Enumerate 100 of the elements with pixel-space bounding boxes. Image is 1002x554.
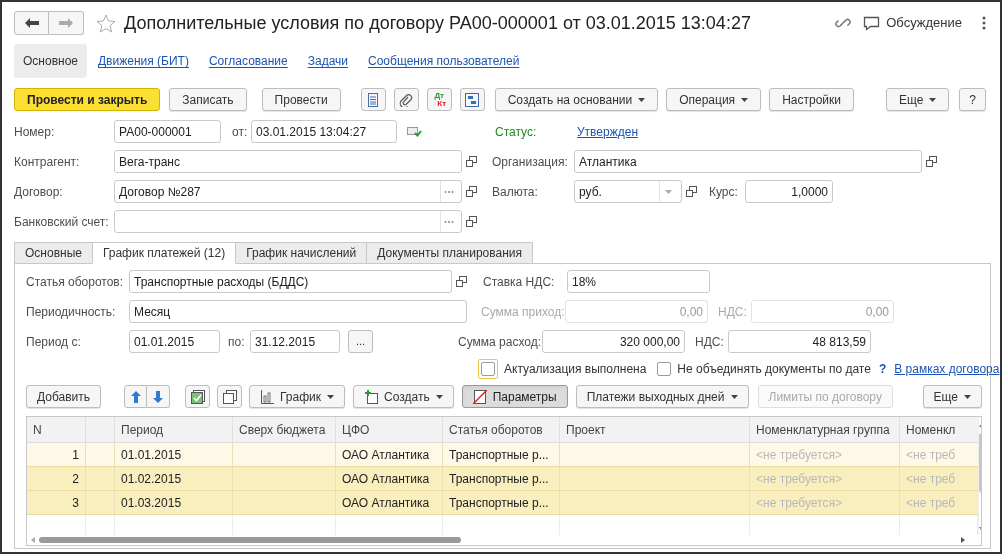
- section-tab[interactable]: Задачи: [298, 44, 358, 78]
- input-field[interactable]: 1,0000: [745, 180, 833, 203]
- open-icon[interactable]: [466, 186, 477, 197]
- column-header[interactable]: ЦФО: [342, 420, 370, 439]
- menu-button[interactable]: Еще: [885, 88, 950, 111]
- column-header[interactable]: N: [33, 420, 42, 439]
- icon-button[interactable]: [459, 88, 485, 111]
- table-row[interactable]: 2 01.02.2015 ОАО Атлантика Транспортные р... <не требуется> <не треб: [27, 467, 978, 491]
- column-header[interactable]: Номенкл: [906, 420, 956, 439]
- icon-button[interactable]: [393, 88, 419, 111]
- field-label: Статья оборотов:: [26, 273, 125, 291]
- open-icon[interactable]: [926, 156, 937, 167]
- column-header[interactable]: Номенклатурная группа: [756, 420, 890, 439]
- field-label: НДС:: [695, 333, 725, 351]
- section-tab[interactable]: Движения (БИТ): [89, 44, 198, 78]
- ellipsis-icon[interactable]: [444, 219, 454, 224]
- input-field[interactable]: 48 813,59: [728, 330, 871, 353]
- open-icon[interactable]: [466, 216, 477, 227]
- field-label: Сумма приход:: [481, 303, 565, 321]
- ellipsis-icon[interactable]: [444, 189, 454, 194]
- input-field[interactable]: 31.12.2015: [250, 330, 340, 353]
- section-tab[interactable]: Сообщения пользователей: [359, 44, 529, 78]
- input-field[interactable]: 18%: [567, 270, 710, 293]
- input-field[interactable]: Транспортные расходы (БДДС): [129, 270, 452, 293]
- input-field[interactable]: Вега-транс: [114, 150, 462, 173]
- open-icon[interactable]: [466, 156, 477, 167]
- icon-button[interactable]: [217, 385, 243, 408]
- column-header[interactable]: Сверх бюджета: [239, 420, 326, 439]
- column-header[interactable]: Проект: [566, 420, 606, 439]
- table-row[interactable]: 3 01.03.2015 ОАО Атлантика Транспортные р... <не требуется> <не треб: [27, 491, 978, 515]
- field-label: Банковский счет:: [14, 213, 110, 231]
- button[interactable]: Параметры: [461, 385, 568, 408]
- scroll-thumb[interactable]: [39, 537, 462, 543]
- field-label: НДС:: [718, 303, 748, 321]
- open-icon[interactable]: [686, 186, 697, 197]
- field-label: Периодичность:: [26, 303, 117, 321]
- forward-arrow-icon: [59, 18, 73, 28]
- menu-button[interactable]: График: [249, 385, 346, 408]
- icon-button[interactable]: Дт Кт: [426, 88, 452, 111]
- input-field[interactable]: Договор №287: [114, 180, 462, 203]
- button[interactable]: Провести: [261, 88, 341, 111]
- menu-button[interactable]: Создать: [353, 385, 454, 408]
- input-field[interactable]: Месяц: [129, 300, 467, 323]
- button[interactable]: Настройки: [769, 88, 854, 111]
- input-field[interactable]: РА00-000001: [114, 120, 221, 143]
- status-link[interactable]: Утвержден: [577, 122, 639, 141]
- more-icon[interactable]: [982, 16, 986, 30]
- move-up-button[interactable]: [124, 385, 148, 408]
- back-arrow-icon: [24, 18, 39, 28]
- list-icon: [366, 92, 381, 107]
- tab[interactable]: Документы планирования: [366, 242, 533, 264]
- ellipsis-button[interactable]: ...: [348, 330, 373, 353]
- structure-icon: [465, 92, 480, 107]
- table-cell-text: 01.01.2015: [121, 446, 182, 464]
- button[interactable]: Записать: [169, 88, 247, 111]
- table-cell-text: <не треб: [906, 494, 956, 512]
- section-tab[interactable]: Основное: [14, 44, 87, 78]
- star-icon[interactable]: [96, 13, 116, 33]
- menu-button[interactable]: Платежи выходных дней: [575, 385, 749, 408]
- input-field[interactable]: 01.01.2015: [129, 330, 220, 353]
- field-label: Курс:: [709, 183, 739, 201]
- speech-bubble-icon: [863, 15, 881, 31]
- move-down-button[interactable]: [147, 385, 171, 408]
- section-tab[interactable]: Согласование: [199, 44, 297, 78]
- input-field[interactable]: Атлантика: [574, 150, 922, 173]
- input-field[interactable]: [114, 210, 462, 233]
- button[interactable]: Провести и закрыть: [14, 88, 161, 111]
- help-icon[interactable]: ?: [878, 360, 887, 378]
- checklist-icon: [190, 389, 205, 404]
- checkbox[interactable]: [657, 362, 672, 376]
- discussion-button[interactable]: Обсуждение: [863, 13, 962, 33]
- menu-button[interactable]: Операция: [666, 88, 762, 111]
- button[interactable]: Еще: [922, 385, 982, 408]
- contract-link[interactable]: В рамках договора: [894, 360, 1000, 378]
- input-field[interactable]: 03.01.2015 13:04:27: [251, 120, 397, 143]
- new-document-icon: [364, 389, 379, 404]
- field-label: Организация:: [492, 153, 569, 171]
- checkbox[interactable]: [481, 362, 495, 376]
- caret-icon: [730, 394, 738, 399]
- field-label: Статус:: [495, 123, 538, 141]
- button[interactable]: Добавить: [26, 385, 102, 408]
- button[interactable]: ?: [959, 88, 986, 111]
- table-cell-text: Транспортные р...: [449, 446, 549, 464]
- input-field[interactable]: 320 000,00: [542, 330, 685, 353]
- icon-button[interactable]: [185, 385, 211, 408]
- icon-button[interactable]: [360, 88, 386, 111]
- table-row[interactable]: 1 01.01.2015 ОАО Атлантика Транспортные р... <не требуется> <не треб: [27, 443, 978, 467]
- tab[interactable]: Основные: [14, 242, 93, 264]
- tab[interactable]: График начислений: [235, 242, 368, 264]
- tab[interactable]: График платежей (12): [91, 242, 237, 264]
- field-label: Контрагент:: [14, 153, 81, 171]
- table-cell-text: <не требуется>: [756, 494, 842, 512]
- input-field[interactable]: руб.: [574, 180, 682, 203]
- caret-icon: [665, 189, 672, 194]
- caret-icon: [929, 97, 937, 102]
- menu-button[interactable]: Создать на основании: [494, 88, 659, 111]
- back-button[interactable]: [14, 11, 49, 35]
- column-header[interactable]: Период: [121, 420, 164, 439]
- open-icon[interactable]: [456, 276, 467, 287]
- column-header[interactable]: Статья оборотов: [449, 420, 543, 439]
